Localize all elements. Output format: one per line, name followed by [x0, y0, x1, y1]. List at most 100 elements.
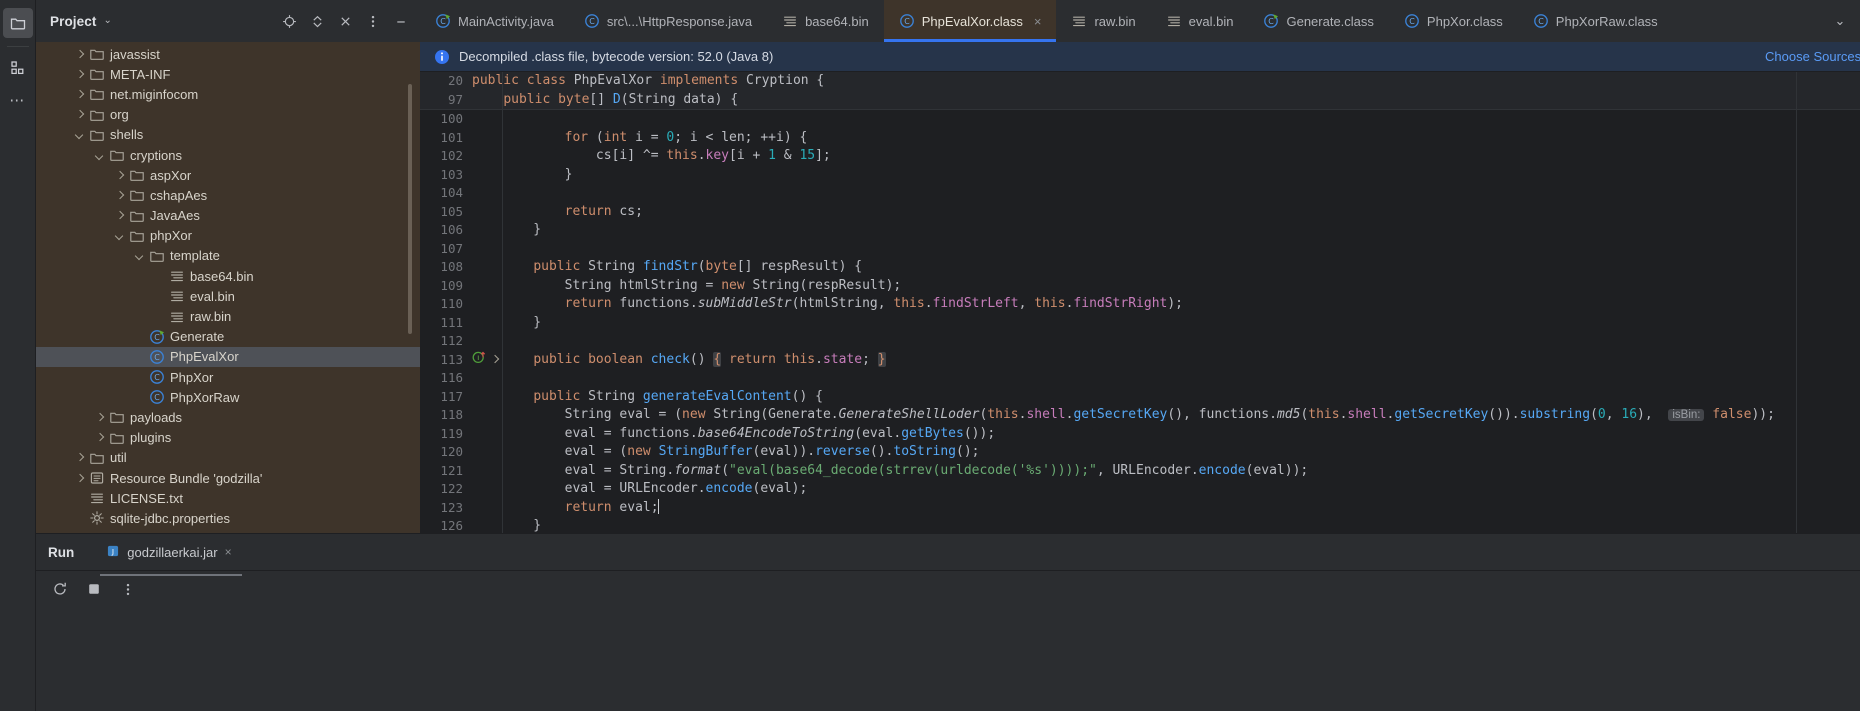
tree-row[interactable]: raw.bin	[36, 306, 420, 326]
tree-row[interactable]: org	[36, 105, 420, 125]
tree-row[interactable]: sqlite-jdbc.properties	[36, 508, 420, 528]
tree-row[interactable]: C Generate	[36, 327, 420, 347]
code-line[interactable]: 122 eval = URLEncoder.encode(eval);	[420, 480, 1860, 499]
code-line[interactable]: 101 for (int i = 0; i < len; ++i) {	[420, 129, 1860, 148]
line-gutter[interactable]: I	[472, 350, 502, 371]
tree-row[interactable]: C PhpXorRaw	[36, 387, 420, 407]
editor-tab-mainactivity-java[interactable]: C MainActivity.java	[420, 0, 569, 42]
code-line[interactable]: 107	[420, 240, 1860, 259]
chevron-right-icon[interactable]	[114, 169, 126, 181]
editor-tab-src-httpresponse-java[interactable]: Csrc\...\HttpResponse.java	[569, 0, 767, 42]
code-line[interactable]: 105 return cs;	[420, 203, 1860, 222]
chevron-right-icon[interactable]	[74, 109, 86, 121]
code-line[interactable]: 118 String eval = (new String(Generate.G…	[420, 406, 1860, 425]
code-line[interactable]: 20 public class PhpEvalXor implements Cry…	[420, 72, 1860, 91]
tree-row[interactable]: javassist	[36, 44, 420, 64]
chevron-right-icon[interactable]	[94, 411, 106, 423]
code-viewport[interactable]: 20 public class PhpEvalXor implements Cry…	[420, 72, 1860, 533]
close-icon[interactable]: ×	[1034, 14, 1042, 29]
tab-overflow-chevron-down-icon[interactable]: ⌄	[1820, 0, 1860, 42]
editor-tab-phpevalxor-class[interactable]: C PhpEvalXor.class ×	[883, 0, 1057, 42]
chevron-right-icon[interactable]	[114, 189, 126, 201]
tree-row[interactable]: aspXor	[36, 165, 420, 185]
chevron-right-icon[interactable]	[74, 48, 86, 60]
code-line[interactable]: 100	[420, 110, 1860, 129]
tree-row-selected[interactable]: C PhpEvalXor	[36, 346, 420, 367]
code-line[interactable]: 113 I public boolean check() { return thi…	[420, 351, 1860, 370]
stop-button[interactable]	[84, 579, 104, 599]
tree-row[interactable]: phpXor	[36, 226, 420, 246]
code-line[interactable]: 103 }	[420, 166, 1860, 185]
project-tree[interactable]: javassist META-INF net.miginfocom org shells…	[36, 42, 420, 533]
code-line[interactable]: 97 public byte[] D(String data) {	[420, 91, 1860, 110]
tree-row[interactable]: C PhpXor	[36, 367, 420, 387]
code-line[interactable]: 120 eval = (new StringBuffer(eval)).reve…	[420, 443, 1860, 462]
chevron-right-icon[interactable]	[74, 88, 86, 100]
code-line[interactable]: 111 }	[420, 314, 1860, 333]
expand-collapse-icon[interactable]	[306, 10, 328, 32]
code-line[interactable]: 112	[420, 332, 1860, 351]
chevron-right-icon[interactable]	[94, 432, 106, 444]
tree-row[interactable]: net.miginfocom	[36, 84, 420, 104]
tree-row[interactable]: base64.bin	[36, 266, 420, 286]
code-line[interactable]: 108 public String findStr(byte[] respRes…	[420, 258, 1860, 277]
code-line[interactable]: 117 public String generateEvalContent() …	[420, 388, 1860, 407]
implementing-method-icon[interactable]: I	[472, 350, 486, 371]
editor-tab-bar[interactable]: C MainActivity.java Csrc\...\HttpResponse.…	[420, 0, 1860, 42]
code-line[interactable]: 126 }	[420, 517, 1860, 533]
structure-tool-icon[interactable]	[3, 53, 33, 83]
chevron-down-icon[interactable]	[114, 230, 126, 242]
code-line[interactable]: 116	[420, 369, 1860, 388]
tree-row[interactable]: Resource Bundle 'godzilla'	[36, 468, 420, 488]
chevron-down-icon[interactable]	[74, 129, 86, 141]
editor-tab-raw-bin[interactable]: raw.bin	[1056, 0, 1150, 42]
chevron-down-icon[interactable]	[94, 149, 106, 161]
tree-row[interactable]: META-INF	[36, 64, 420, 84]
code-line[interactable]: 123 return eval;	[420, 498, 1860, 518]
editor-tab-phpxorraw-class[interactable]: C PhpXorRaw.class	[1518, 0, 1673, 42]
run-tab-godzillaerkai[interactable]: J godzillaerkai.jar ×	[100, 537, 242, 576]
chevron-right-icon[interactable]	[74, 68, 86, 80]
project-scrollbar[interactable]	[408, 84, 412, 334]
editor-tab-phpxor-class[interactable]: C PhpXor.class	[1389, 0, 1518, 42]
tree-row[interactable]: payloads	[36, 407, 420, 427]
folded-region-open[interactable]: {	[713, 351, 722, 367]
tree-row[interactable]: shells	[36, 125, 420, 145]
options-icon[interactable]	[362, 10, 384, 32]
select-opened-file-icon[interactable]	[278, 10, 300, 32]
code-line[interactable]: 109 String htmlString = new String(respR…	[420, 277, 1860, 296]
close-icon[interactable]: ×	[225, 545, 232, 559]
minimize-icon[interactable]	[390, 10, 412, 32]
more-options-button[interactable]	[118, 579, 138, 599]
code-line[interactable]: 104	[420, 184, 1860, 203]
editor-tab-base64-bin[interactable]: base64.bin	[767, 0, 884, 42]
tree-row[interactable]: eval.bin	[36, 286, 420, 306]
tree-row[interactable]: cshapAes	[36, 185, 420, 205]
code-lines[interactable]: 100 101 for (int i = 0; i < len; ++i) {10…	[420, 110, 1860, 533]
code-line[interactable]: 110 return functions.subMiddleStr(htmlSt…	[420, 295, 1860, 314]
tree-row[interactable]: template	[36, 246, 420, 266]
choose-sources-link[interactable]: Choose Sources...	[1765, 49, 1860, 64]
chevron-right-icon[interactable]	[74, 472, 86, 484]
code-line[interactable]: 106 }	[420, 221, 1860, 240]
code-line[interactable]: 121 eval = String.format("eval(base64_de…	[420, 462, 1860, 481]
chevron-right-icon[interactable]	[74, 452, 86, 464]
expand-fold-chevron-right-icon[interactable]	[489, 354, 501, 366]
tree-row[interactable]: util	[36, 448, 420, 468]
tree-row[interactable]: LICENSE.txt	[36, 488, 420, 508]
chevron-down-icon[interactable]: ⌄	[103, 16, 111, 26]
tree-row[interactable]: JavaAes	[36, 206, 420, 226]
project-tool-icon[interactable]	[2, 8, 33, 38]
rerun-button[interactable]	[50, 579, 70, 599]
code-line[interactable]: 119 eval = functions.base64EncodeToStrin…	[420, 425, 1860, 444]
editor-tab-eval-bin[interactable]: eval.bin	[1151, 0, 1249, 42]
tree-row[interactable]: cryptions	[36, 145, 420, 165]
close-icon[interactable]	[334, 10, 356, 32]
folded-region-close[interactable]: }	[877, 351, 886, 367]
chevron-down-icon[interactable]	[134, 250, 146, 262]
editor-tab-generate-class[interactable]: C Generate.class	[1248, 0, 1388, 42]
chevron-right-icon[interactable]	[114, 210, 126, 222]
tree-row[interactable]: plugins	[36, 428, 420, 448]
code-line[interactable]: 102 cs[i] ^= this.key[i + 1 & 15];	[420, 147, 1860, 166]
more-tool-windows-icon[interactable]: ⋯	[3, 85, 33, 115]
